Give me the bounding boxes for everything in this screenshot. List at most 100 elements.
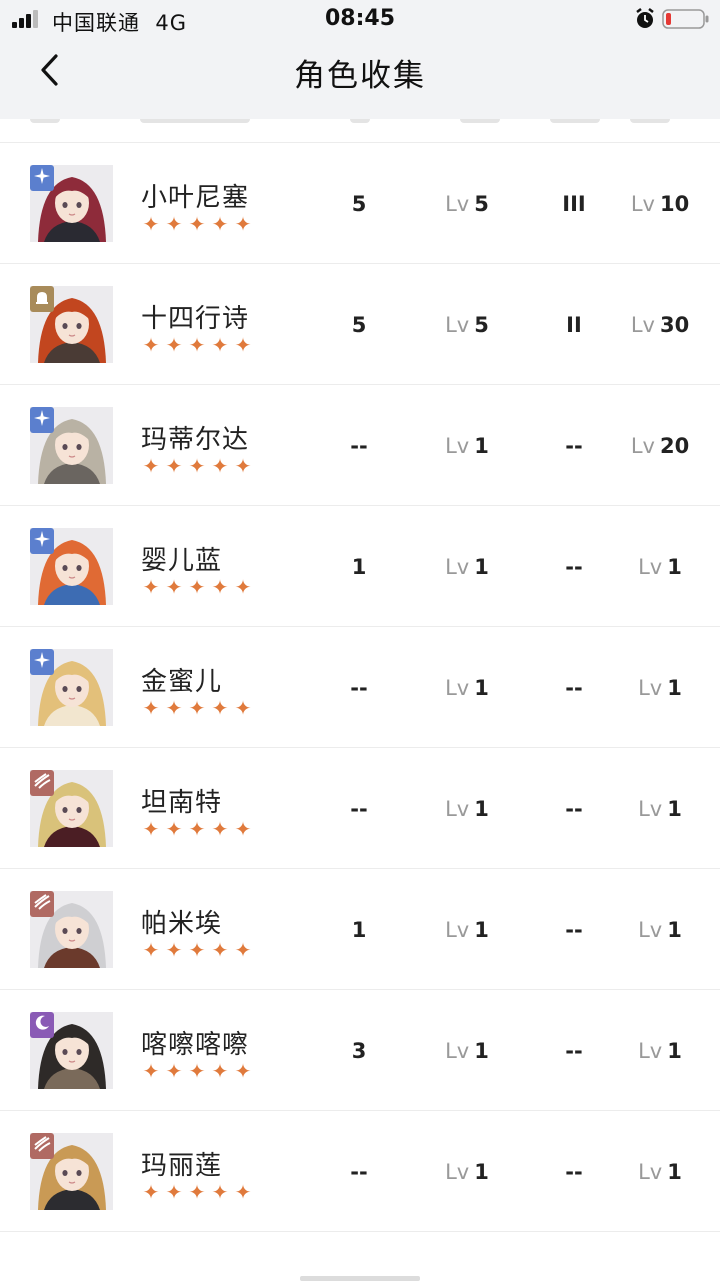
star-icon: ✦ [142, 575, 160, 599]
character-row[interactable]: 十四行诗 ✦ ✦ ✦ ✦ ✦ 5 Lv 5 II Lv 30 [0, 264, 720, 385]
character-avatar[interactable] [30, 1012, 113, 1089]
level-value: 20 [659, 434, 690, 458]
level-value: 1 [667, 676, 682, 700]
character-avatar[interactable] [30, 286, 113, 363]
rarity-stars: ✦ ✦ ✦ ✦ ✦ [140, 939, 255, 961]
level-value: 1 [667, 797, 682, 821]
star-icon: ✦ [211, 454, 229, 478]
star-icon: ✦ [234, 696, 252, 720]
lv-label: Lv [445, 192, 470, 216]
star-icon: ✦ [142, 212, 160, 236]
character-avatar[interactable] [30, 649, 113, 726]
level-value: 1 [474, 918, 489, 942]
weapon-level: Lv 1 [620, 794, 700, 824]
star-icon: ✦ [234, 333, 252, 357]
weapon-level: Lv 20 [620, 431, 700, 461]
nav-bar: 角色收集 [0, 40, 720, 119]
character-avatar[interactable] [30, 407, 113, 484]
star-icon: ✦ [165, 1180, 183, 1204]
rarity-stars: ✦ ✦ ✦ ✦ ✦ [140, 213, 255, 235]
level-value: 5 [474, 192, 489, 216]
level-value: 1 [474, 676, 489, 700]
level-value: 1 [667, 1039, 682, 1063]
star-icon [33, 167, 51, 189]
level-value: 1 [667, 918, 682, 942]
star-icon [33, 530, 51, 552]
character-avatar[interactable] [30, 165, 113, 242]
star-icon: ✦ [188, 938, 206, 962]
character-level: Lv 1 [427, 673, 507, 703]
lv-label: Lv [638, 1039, 663, 1063]
status-bar: 中国联通 4G 08:45 [0, 0, 720, 40]
character-count: 5 [351, 192, 367, 216]
element-badge [30, 1133, 54, 1159]
star-icon: ✦ [165, 454, 183, 478]
level-value: 1 [474, 1039, 489, 1063]
character-row[interactable]: 金蜜儿 ✦ ✦ ✦ ✦ ✦ -- Lv 1 -- Lv 1 [0, 627, 720, 748]
rarity-stars: ✦ ✦ ✦ ✦ ✦ [140, 697, 255, 719]
page-title: 角色收集 [294, 58, 426, 94]
level-value: 1 [474, 555, 489, 579]
star-icon: ✦ [188, 1059, 206, 1083]
character-row[interactable]: 帕米埃 ✦ ✦ ✦ ✦ ✦ 1 Lv 1 -- Lv 1 [0, 869, 720, 990]
star-icon: ✦ [142, 454, 160, 478]
level-value: 1 [667, 555, 682, 579]
lv-label: Lv [630, 434, 655, 458]
character-row[interactable]: 玛丽莲 ✦ ✦ ✦ ✦ ✦ -- Lv 1 -- Lv 1 [0, 1111, 720, 1232]
character-row[interactable]: 玛蒂尔达 ✦ ✦ ✦ ✦ ✦ -- Lv 1 -- Lv 20 [0, 385, 720, 506]
character-count: -- [350, 434, 368, 458]
star-icon: ✦ [234, 817, 252, 841]
element-badge [30, 407, 54, 433]
character-count: 1 [351, 918, 367, 942]
star-icon: ✦ [165, 212, 183, 236]
claw-icon [33, 772, 51, 794]
star-icon: ✦ [234, 212, 252, 236]
character-avatar[interactable] [30, 770, 113, 847]
star-icon: ✦ [188, 817, 206, 841]
lv-label: Lv [445, 434, 470, 458]
character-row[interactable]: 小叶尼塞 ✦ ✦ ✦ ✦ ✦ 5 Lv 5 III Lv 10 [0, 143, 720, 264]
star-icon: ✦ [234, 938, 252, 962]
star-icon: ✦ [234, 454, 252, 478]
character-row[interactable]: 坦南特 ✦ ✦ ✦ ✦ ✦ -- Lv 1 -- Lv 1 [0, 748, 720, 869]
character-row[interactable]: 喀嚓喀嚓 ✦ ✦ ✦ ✦ ✦ 3 Lv 1 -- Lv 1 [0, 990, 720, 1111]
lv-label: Lv [630, 192, 655, 216]
star-icon: ✦ [142, 333, 160, 357]
character-rank: -- [565, 918, 583, 942]
star-icon: ✦ [165, 696, 183, 720]
character-level: Lv 1 [427, 1036, 507, 1066]
character-rank: III [562, 192, 586, 216]
character-rank: -- [565, 797, 583, 821]
character-level: Lv 1 [427, 794, 507, 824]
character-name: 婴儿蓝 [141, 546, 223, 576]
lv-label: Lv [445, 313, 470, 337]
star-icon: ✦ [211, 212, 229, 236]
character-avatar[interactable] [30, 1133, 113, 1210]
weapon-level: Lv 1 [620, 915, 700, 945]
rarity-stars: ✦ ✦ ✦ ✦ ✦ [140, 334, 255, 356]
element-badge [30, 528, 54, 554]
rarity-stars: ✦ ✦ ✦ ✦ ✦ [140, 1181, 255, 1203]
star-icon: ✦ [165, 938, 183, 962]
element-badge [30, 165, 54, 191]
weapon-level: Lv 1 [620, 673, 700, 703]
star-icon: ✦ [188, 575, 206, 599]
star-icon: ✦ [165, 1059, 183, 1083]
character-name: 坦南特 [141, 788, 223, 818]
element-badge [30, 1012, 54, 1038]
rarity-stars: ✦ ✦ ✦ ✦ ✦ [140, 818, 255, 840]
character-row[interactable]: 婴儿蓝 ✦ ✦ ✦ ✦ ✦ 1 Lv 1 -- Lv 1 [0, 506, 720, 627]
level-value: 30 [659, 313, 690, 337]
alarm-icon [636, 8, 654, 28]
level-value: 1 [474, 1160, 489, 1184]
character-name: 玛丽莲 [141, 1151, 223, 1181]
star-icon: ✦ [188, 454, 206, 478]
character-avatar[interactable] [30, 891, 113, 968]
rarity-stars: ✦ ✦ ✦ ✦ ✦ [140, 455, 255, 477]
star-icon: ✦ [142, 696, 160, 720]
lv-label: Lv [638, 1160, 663, 1184]
star-icon: ✦ [165, 575, 183, 599]
character-avatar[interactable] [30, 528, 113, 605]
star-icon: ✦ [188, 696, 206, 720]
lv-label: Lv [445, 918, 470, 942]
